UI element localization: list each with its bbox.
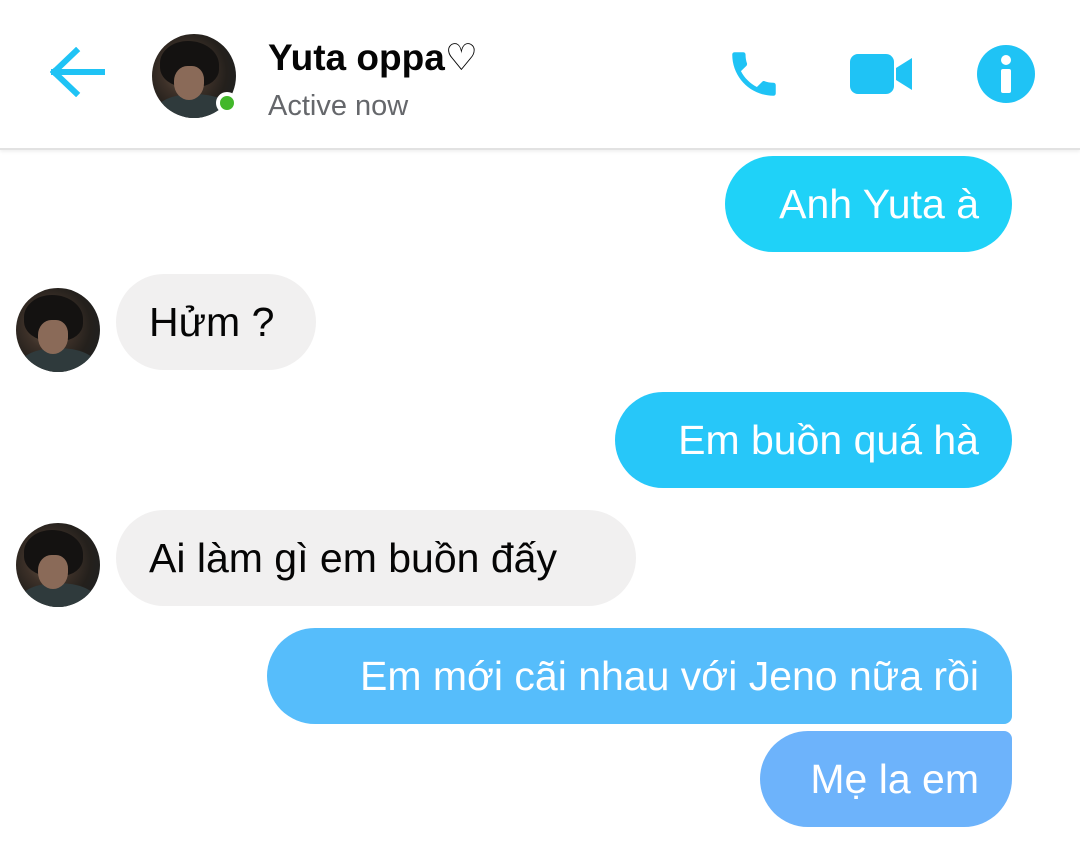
chat-header: Yuta oppa♡ Active now [0, 0, 1080, 150]
avatar-image [16, 288, 100, 372]
voice-call-button[interactable] [722, 44, 786, 108]
contact-avatar[interactable] [152, 34, 238, 118]
info-icon [976, 44, 1036, 109]
video-camera-icon [850, 52, 914, 101]
message-bubble-sent[interactable]: Em buồn quá hà [615, 392, 1012, 488]
message-bubble-sent[interactable]: Mẹ la em [760, 731, 1012, 827]
online-status-dot [216, 92, 238, 114]
contact-name[interactable]: Yuta oppa♡ [268, 36, 478, 79]
active-status: Active now [268, 90, 409, 122]
phone-icon [725, 45, 783, 108]
video-call-button[interactable] [850, 44, 914, 108]
message-bubble-received[interactable]: Ai làm gì em buồn đấy [116, 510, 636, 606]
message-bubble-received[interactable]: Hửm ? [116, 274, 316, 370]
message-bubble-sent[interactable]: Em mới cãi nhau với Jeno nữa rồi [267, 628, 1012, 724]
arrow-left-icon [49, 46, 106, 102]
message-bubble-sent[interactable]: Anh Yuta à [725, 156, 1012, 252]
sender-avatar[interactable] [16, 523, 100, 607]
messenger-chat-screen: Yuta oppa♡ Active now Anh Yuta à Hửm ? E… [0, 0, 1080, 842]
back-button[interactable] [48, 44, 108, 104]
avatar-image [16, 523, 100, 607]
sender-avatar[interactable] [16, 288, 100, 372]
conversation-info-button[interactable] [974, 44, 1038, 108]
